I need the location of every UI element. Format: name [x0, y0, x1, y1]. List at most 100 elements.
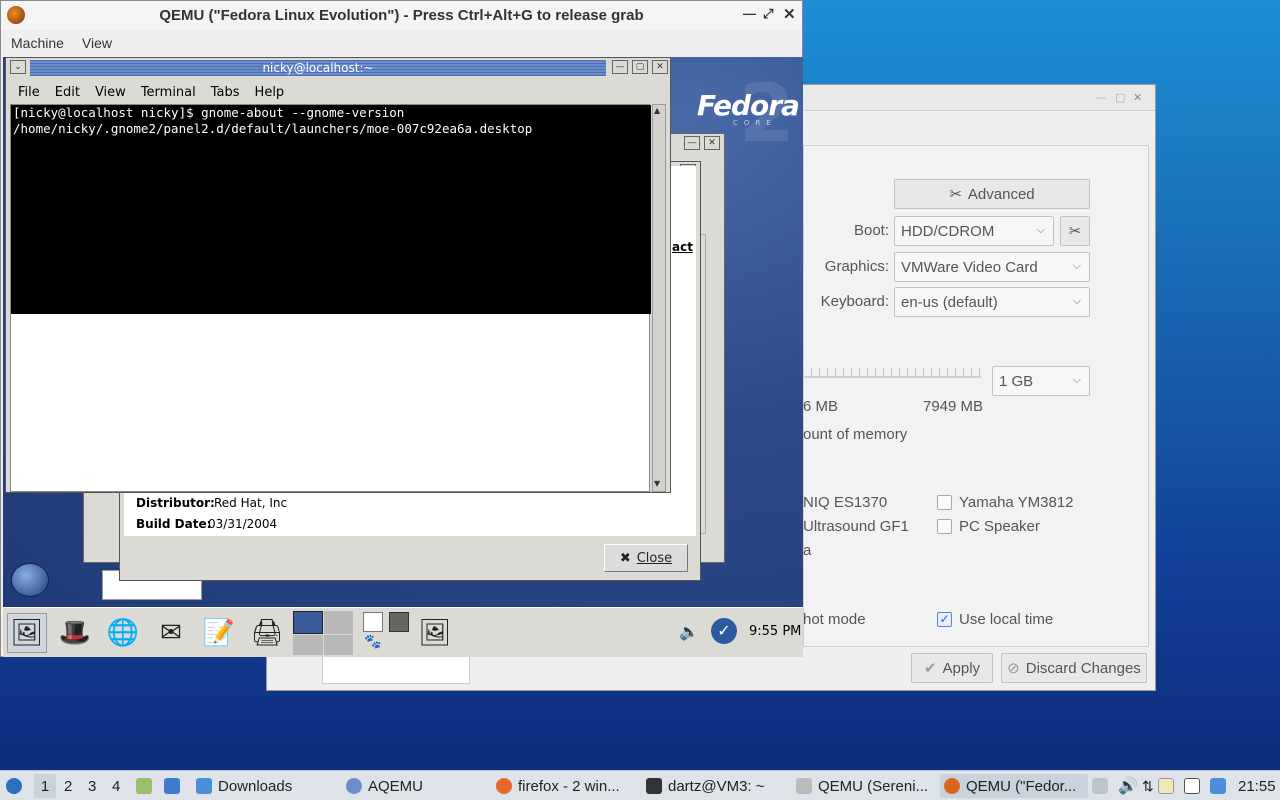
maximize-icon[interactable]: ▢	[632, 60, 648, 74]
update-check-icon[interactable]: ✓	[711, 618, 737, 644]
memory-max: 7949 MB	[923, 398, 984, 415]
pc-speaker-checkbox[interactable]	[937, 519, 952, 534]
workspace-3[interactable]: 3	[88, 774, 96, 798]
image-viewer-icon[interactable]: 🖼	[415, 613, 455, 653]
menu-file[interactable]: File	[18, 85, 40, 100]
foot-icon[interactable]: 🐾	[363, 634, 383, 654]
taskbar-item-downloads[interactable]: Downloads	[196, 774, 292, 798]
volume-icon[interactable]: 🔈	[679, 622, 699, 641]
graphics-label: Graphics:	[824, 258, 889, 275]
volume-icon[interactable]: 🔊	[1118, 774, 1138, 798]
terminal-task-icon[interactable]	[389, 612, 409, 632]
email-icon[interactable]: ✉	[151, 613, 191, 653]
close-icon[interactable]: ✕	[1133, 91, 1142, 104]
close-icon[interactable]: ✕	[652, 60, 668, 74]
close-icon: ✖	[619, 550, 631, 566]
keyboard-label: Keyboard:	[820, 293, 889, 310]
start-menu-icon[interactable]	[6, 774, 22, 798]
display-icon[interactable]	[1184, 774, 1200, 798]
office-writer-icon[interactable]: 📝	[199, 613, 239, 653]
graphics-select[interactable]: VMWare Video Card ⌵	[894, 252, 1090, 282]
menu-help[interactable]: Help	[255, 85, 285, 100]
scroll-up-icon[interactable]: ▲	[654, 106, 660, 115]
contact-link[interactable]: act	[672, 240, 693, 254]
web-browser-icon[interactable]: 🌐	[103, 613, 143, 653]
host-taskbar: 1 2 3 4 Downloads AQEMU firefox - 2 win.…	[0, 770, 1280, 800]
qemu-title: QEMU ("Fedora Linux Evolution") - Press …	[159, 7, 644, 24]
guest-clock: 9:55 PM	[749, 624, 802, 639]
discard-changes-button[interactable]: ⊘ Discard Changes	[1001, 653, 1147, 683]
file-manager-icon[interactable]	[136, 774, 152, 798]
use-local-time-checkbox[interactable]: ✓	[937, 612, 952, 627]
advanced-button[interactable]: ✂ Advanced	[894, 179, 1090, 209]
fedora-watermark-icon: 2	[739, 67, 795, 160]
taskbar-item-terminal[interactable]: dartz@VM3: ~	[646, 774, 765, 798]
yamaha-label: Yamaha YM3812	[959, 494, 1074, 511]
workspace-3[interactable]	[293, 634, 323, 655]
menu-edit[interactable]: Edit	[55, 85, 80, 100]
workspace-4[interactable]	[323, 634, 353, 655]
workspace-switcher[interactable]	[293, 611, 353, 655]
memory-select[interactable]: 1 GB ⌵	[992, 366, 1090, 396]
close-icon[interactable]: ✕	[704, 136, 720, 150]
firefox-icon	[496, 778, 512, 794]
taskbar-item-firefox[interactable]: firefox - 2 win...	[496, 774, 620, 798]
workspace-1[interactable]	[293, 611, 323, 634]
minimize-icon[interactable]: —	[612, 60, 628, 74]
workspace-1[interactable]: 1	[34, 774, 56, 798]
terminal-line: [nicky@localhost nicky]$ gnome-about --g…	[13, 105, 405, 120]
audio-option-gus[interactable]: Ultrasound GF1	[803, 518, 909, 535]
menu-terminal[interactable]: Terminal	[141, 85, 196, 100]
boot-settings-button[interactable]: ✂	[1060, 216, 1090, 246]
workspace-4[interactable]: 4	[112, 774, 120, 798]
build-date-label: Build Date:	[136, 517, 212, 531]
taskbar-item-qemu-serenity[interactable]: QEMU (Sereni...	[796, 774, 928, 798]
terminal-scrollbar[interactable]: ▲ ▼	[652, 104, 666, 492]
chevron-down-icon: ⌵	[1072, 374, 1081, 386]
memory-slider[interactable]	[803, 368, 981, 378]
guest-screen[interactable]: Fedora CORE 2 — ✕ ✕ act Distributor: Red…	[3, 57, 803, 657]
yamaha-checkbox[interactable]	[937, 495, 952, 510]
chevron-down-icon: ⌵	[1036, 224, 1045, 236]
terminal-line: /home/nicky/.gnome2/panel2.d/default/lau…	[13, 121, 533, 136]
menu-view[interactable]: View	[82, 35, 112, 51]
terminal-area[interactable]: [nicky@localhost nicky]$ gnome-about --g…	[10, 104, 651, 492]
pc-speaker-label: PC Speaker	[959, 518, 1040, 535]
no-entry-icon: ⊘	[1007, 660, 1020, 677]
show-desktop-icon[interactable]	[164, 774, 180, 798]
taskbar-scroll-icon[interactable]	[1092, 774, 1108, 798]
taskbar-item-qemu-fedora[interactable]: QEMU ("Fedor...	[940, 774, 1088, 798]
keyboard-select[interactable]: en-us (default) ⌵	[894, 287, 1090, 317]
redhat-menu-icon[interactable]: 🎩	[55, 613, 95, 653]
menu-machine[interactable]: Machine	[11, 35, 64, 51]
menu-tabs[interactable]: Tabs	[211, 85, 240, 100]
distributor-value: Red Hat, Inc	[214, 496, 288, 510]
window-menu-icon[interactable]: ⌄	[10, 60, 26, 74]
workspace-2[interactable]	[323, 611, 353, 634]
maximize-icon[interactable]: ▢	[1115, 91, 1125, 104]
restore-icon[interactable]: ⤢	[763, 6, 773, 22]
desktop-globe-icon[interactable]	[11, 563, 49, 597]
chevron-down-icon: ⌵	[1072, 295, 1081, 307]
close-icon[interactable]: ✕	[783, 5, 796, 23]
taskbar-item-aqemu[interactable]: AQEMU	[346, 774, 423, 798]
boot-select[interactable]: HDD/CDROM ⌵	[894, 216, 1054, 246]
network-icon[interactable]: ⇅	[1142, 774, 1154, 798]
apply-button[interactable]: ✔ Apply	[911, 653, 993, 683]
menu-view[interactable]: View	[95, 85, 126, 100]
window-task-icon[interactable]	[363, 612, 383, 632]
close-button[interactable]: ✖ Close	[604, 544, 688, 572]
terminal-window: ⌄ nicky@localhost:~ — ▢ ✕ File Edit View…	[5, 57, 671, 493]
minimize-icon[interactable]: —	[743, 6, 756, 21]
minimize-icon[interactable]: —	[684, 136, 700, 150]
audio-option-partial[interactable]: a	[803, 542, 811, 559]
notification-icon[interactable]	[1210, 774, 1226, 798]
audio-option-es1370[interactable]: NIQ ES1370	[803, 494, 887, 511]
print-manager-icon[interactable]: 🖨	[247, 613, 287, 653]
clipboard-icon[interactable]	[1158, 774, 1174, 798]
workspace-2[interactable]: 2	[64, 774, 72, 798]
show-desktop-icon[interactable]: 🖼	[7, 613, 47, 653]
scroll-down-icon[interactable]: ▼	[654, 479, 660, 488]
terminal-output: [nicky@localhost nicky]$ gnome-about --g…	[11, 105, 651, 314]
minimize-icon[interactable]: —	[1095, 91, 1106, 104]
